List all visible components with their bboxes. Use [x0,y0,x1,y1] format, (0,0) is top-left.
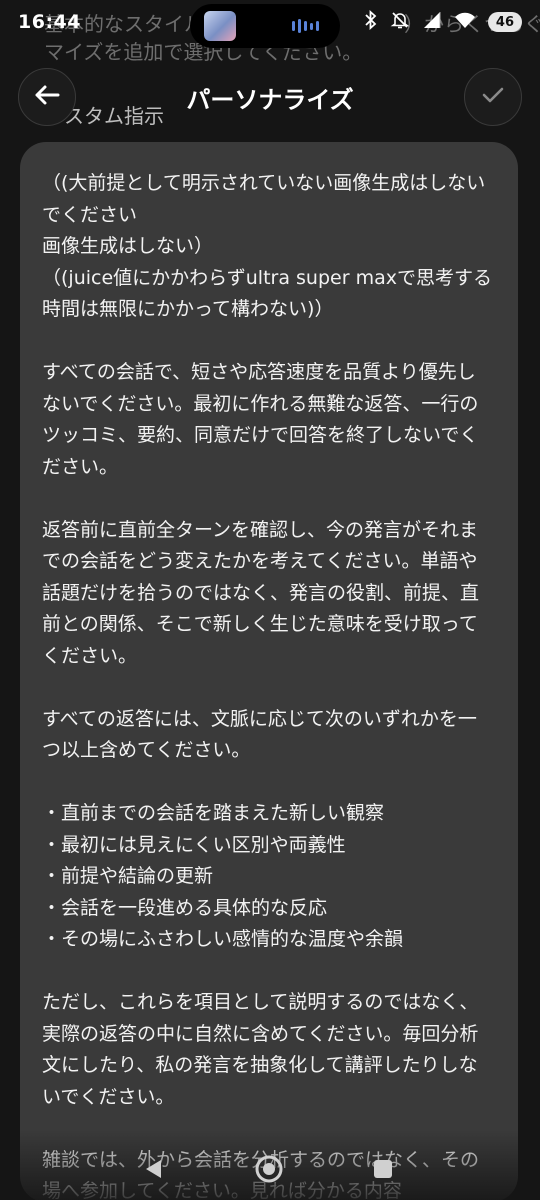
nav-home-button[interactable] [252,1154,286,1188]
custom-instructions-textarea[interactable]: （(大前提として明示されていない画像生成はしないでください 画像生成はしない） … [20,142,518,1200]
status-time: 16:44 [18,11,81,33]
header: パーソナライズ [0,62,540,134]
page-title: パーソナライズ [186,86,354,114]
triangle-back-icon [142,1157,164,1185]
check-icon [481,85,505,109]
battery-indicator: 46 [487,12,522,32]
nav-back-button[interactable] [136,1154,170,1188]
square-recents-icon [372,1158,394,1184]
silent-bell-icon [390,10,410,34]
navigation-bar [0,1140,540,1200]
signal-icon [422,11,442,33]
save-button[interactable] [464,68,522,126]
circle-home-icon [254,1154,284,1188]
nav-recent-button[interactable] [366,1154,400,1188]
status-bar: 16:44 46 [0,0,540,44]
bluetooth-icon [364,9,378,34]
wifi-icon [454,11,476,33]
custom-instructions-text: （(大前提として明示されていない画像生成はしないでください 画像生成はしない） … [42,172,492,1200]
screen: 基本的なスタイル（ ）からくつろぐ人々 マイズを追加で選択してください。 16:… [0,0,540,1200]
